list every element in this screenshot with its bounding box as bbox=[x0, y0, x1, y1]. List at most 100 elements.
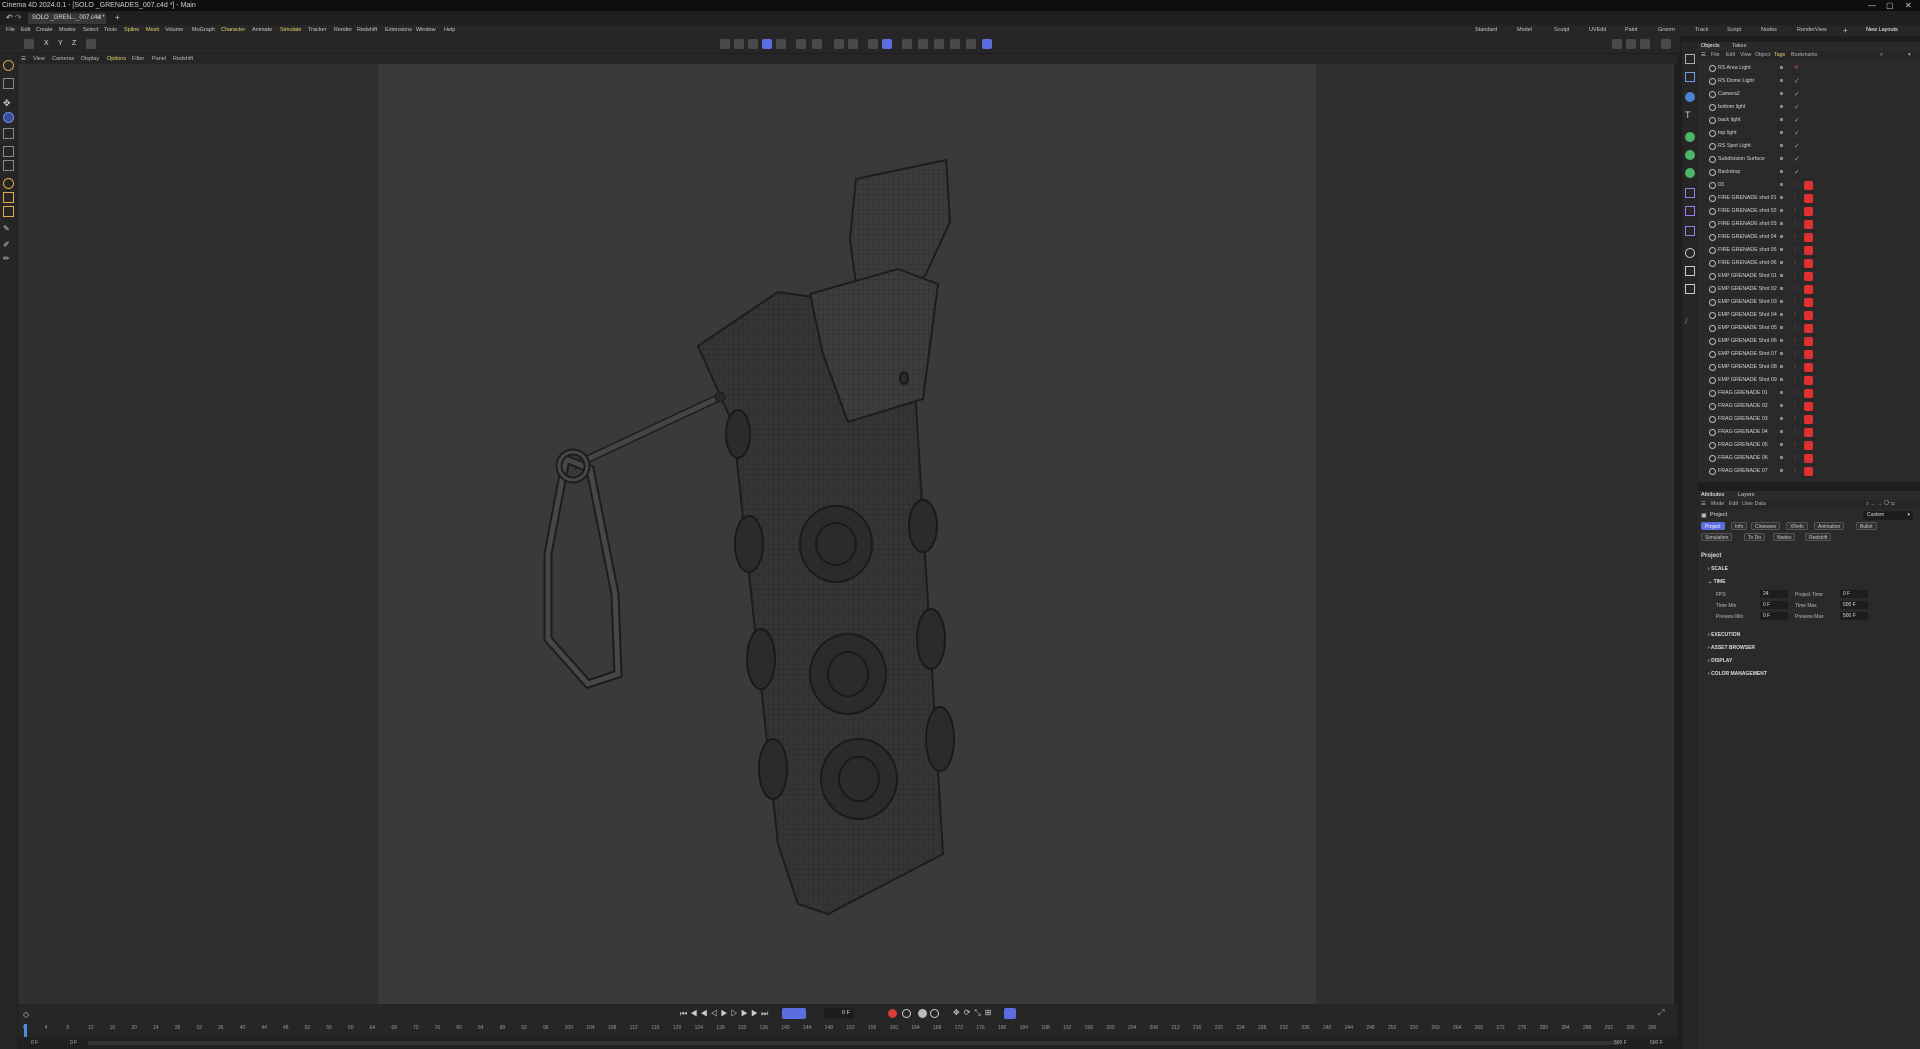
material-tag-icon[interactable] bbox=[1804, 285, 1813, 294]
subtab-project[interactable]: Project bbox=[1701, 522, 1725, 530]
objects-menu-tags[interactable]: Tags bbox=[1774, 51, 1785, 60]
viewport-menu-cameras[interactable]: Cameras bbox=[52, 54, 74, 64]
layer-dot-icon[interactable]: ⁝ bbox=[1794, 322, 1796, 335]
material-tag-icon[interactable] bbox=[1804, 350, 1813, 359]
viewport-menu-redshift[interactable]: Redshift bbox=[173, 54, 193, 64]
rotate-icon[interactable] bbox=[3, 112, 14, 123]
visibility-dot-icon[interactable] bbox=[1780, 183, 1783, 186]
bevel-icon[interactable] bbox=[3, 206, 14, 217]
menu-volume[interactable]: Volume bbox=[165, 25, 183, 36]
primitive-cube-icon[interactable] bbox=[1685, 72, 1695, 82]
material-tag-icon[interactable] bbox=[1804, 363, 1813, 372]
menu-tracker[interactable]: Tracker bbox=[308, 25, 326, 36]
layout-track[interactable]: Track bbox=[1695, 25, 1709, 36]
tab-objects[interactable]: Objects bbox=[1701, 42, 1720, 50]
layer-dot-icon[interactable]: ⁝ bbox=[1794, 192, 1796, 205]
object-row[interactable]: Subdivision Surface ✓ bbox=[1698, 153, 1920, 166]
visibility-dot-icon[interactable] bbox=[1780, 222, 1783, 225]
extrude-icon[interactable] bbox=[3, 192, 14, 203]
layer-dot-icon[interactable]: ⁝ bbox=[1794, 231, 1796, 244]
visibility-dot-icon[interactable] bbox=[1780, 469, 1783, 472]
floor-icon[interactable] bbox=[796, 39, 806, 49]
object-row[interactable]: RS Dome Light ✓ bbox=[1698, 75, 1920, 88]
grid-icon[interactable] bbox=[868, 39, 878, 49]
layer-dot-icon[interactable]: ⁝ bbox=[1794, 218, 1796, 231]
viewport-menu-view[interactable]: View bbox=[33, 54, 45, 64]
layout-groom[interactable]: Groom bbox=[1658, 25, 1675, 36]
material-tag-icon[interactable] bbox=[1804, 467, 1813, 476]
object-row[interactable]: FIRE GRENADE shot 02 ⁝ bbox=[1698, 205, 1920, 218]
visibility-dot-icon[interactable] bbox=[1780, 92, 1783, 95]
render-settings-icon[interactable] bbox=[950, 39, 960, 49]
menu-window[interactable]: Window bbox=[416, 25, 436, 36]
visibility-dot-icon[interactable] bbox=[1780, 196, 1783, 199]
object-row[interactable]: Backdrop ✓ bbox=[1698, 166, 1920, 179]
layer-dot-icon[interactable]: ⁝ bbox=[1794, 205, 1796, 218]
redo-icon[interactable]: ↷ bbox=[15, 13, 22, 22]
objects-menu-file[interactable]: File bbox=[1711, 51, 1720, 60]
visibility-dot-icon[interactable] bbox=[1780, 248, 1783, 251]
subtab-simulation[interactable]: Simulation bbox=[1701, 533, 1733, 541]
object-row[interactable]: FRAG GRENADE 07 ⁝ bbox=[1698, 465, 1920, 478]
attributes-menu-edit[interactable]: Edit bbox=[1729, 500, 1738, 509]
subtab-nodes[interactable]: Nodes bbox=[1773, 533, 1796, 541]
new-layouts-button[interactable]: New Layouts bbox=[1866, 25, 1898, 36]
menu-modes[interactable]: Modes bbox=[59, 25, 76, 36]
camera-icon[interactable] bbox=[1685, 266, 1695, 276]
visibility-dot-icon[interactable] bbox=[1780, 326, 1783, 329]
field-icon[interactable] bbox=[1685, 206, 1695, 216]
layer-dot-icon[interactable]: ⁝ bbox=[1794, 296, 1796, 309]
object-row[interactable]: FIRE GRENADE shot 04 ⁝ bbox=[1698, 231, 1920, 244]
key-channel-icons[interactable]: ✥⟳⤡⊞ bbox=[953, 1008, 996, 1018]
material-tag-icon[interactable] bbox=[1804, 376, 1813, 385]
section-scale[interactable]: › SCALE bbox=[1708, 566, 1728, 572]
maximize-icon[interactable]: ▢ bbox=[1886, 0, 1894, 11]
visibility-dot-icon[interactable] bbox=[1780, 170, 1783, 173]
range-end2-field[interactable]: 500 F bbox=[1650, 1037, 1663, 1049]
subtab-redshift[interactable]: Redshift bbox=[1805, 533, 1832, 541]
disabled-x-icon[interactable]: ✕ bbox=[1794, 62, 1799, 75]
timeline-mode-icon[interactable] bbox=[1004, 1008, 1016, 1019]
enabled-check-icon[interactable]: ✓ bbox=[1794, 101, 1800, 114]
section-color-management[interactable]: › COLOR MANAGEMENT bbox=[1708, 671, 1767, 677]
visibility-dot-icon[interactable] bbox=[1780, 339, 1783, 342]
layer-dot-icon[interactable]: ⁝ bbox=[1794, 309, 1796, 322]
close-tab-icon[interactable]: ✕ bbox=[97, 13, 102, 24]
visibility-dot-icon[interactable] bbox=[1780, 66, 1783, 69]
menu-character[interactable]: Character bbox=[221, 25, 245, 36]
object-row[interactable]: EMP GRENADE Shot 01 ⁝ bbox=[1698, 270, 1920, 283]
object-row[interactable]: FIRE GRENADE shot 06 ⁝ bbox=[1698, 257, 1920, 270]
object-row[interactable]: EMP GRENADE Shot 05 ⁝ bbox=[1698, 322, 1920, 335]
brush-icon[interactable]: ✎ bbox=[3, 224, 14, 235]
primitive-sphere-icon[interactable] bbox=[1685, 92, 1695, 102]
picture-viewer-icon[interactable] bbox=[934, 39, 944, 49]
menu-help[interactable]: Help bbox=[444, 25, 455, 36]
object-row[interactable]: FRAG GRENADE 05 ⁝ bbox=[1698, 439, 1920, 452]
current-frame-field[interactable]: 0 F bbox=[824, 1008, 854, 1019]
material-tag-icon[interactable] bbox=[1804, 298, 1813, 307]
deformer-purple-icon[interactable] bbox=[1685, 188, 1695, 198]
add-layout-icon[interactable]: + bbox=[1843, 25, 1848, 36]
magnet-icon[interactable] bbox=[834, 39, 844, 49]
object-row[interactable]: 03 ⁝ bbox=[1698, 179, 1920, 192]
visibility-dot-icon[interactable] bbox=[1780, 352, 1783, 355]
section-display[interactable]: › DISPLAY bbox=[1708, 658, 1732, 664]
key-settings-icon[interactable] bbox=[930, 1009, 939, 1018]
menu-mesh[interactable]: Mesh bbox=[146, 25, 159, 36]
layer-dot-icon[interactable]: ⁝ bbox=[1794, 283, 1796, 296]
material-tag-icon[interactable] bbox=[1804, 233, 1813, 242]
layout-sculpt[interactable]: Sculpt bbox=[1554, 25, 1569, 36]
menu-tools[interactable]: Tools bbox=[104, 25, 117, 36]
viewport-safe-frame[interactable] bbox=[378, 64, 1316, 1004]
menu-create[interactable]: Create bbox=[36, 25, 53, 36]
visibility-dot-icon[interactable] bbox=[1780, 274, 1783, 277]
section-time[interactable]: ⌄ TIME bbox=[1708, 579, 1726, 585]
visibility-dot-icon[interactable] bbox=[1780, 391, 1783, 394]
object-row[interactable]: FIRE GRENADE shot 05 ⁝ bbox=[1698, 244, 1920, 257]
material-tag-icon[interactable] bbox=[1804, 181, 1813, 190]
visibility-dot-icon[interactable] bbox=[1780, 313, 1783, 316]
time-min-field[interactable]: 0 F bbox=[1760, 601, 1788, 609]
playhead[interactable] bbox=[24, 1024, 27, 1037]
attributes-nav-icons[interactable]: ⌕ ← → ⟳ ⊡ bbox=[1866, 500, 1895, 509]
redshift-render-icon[interactable] bbox=[966, 39, 976, 49]
